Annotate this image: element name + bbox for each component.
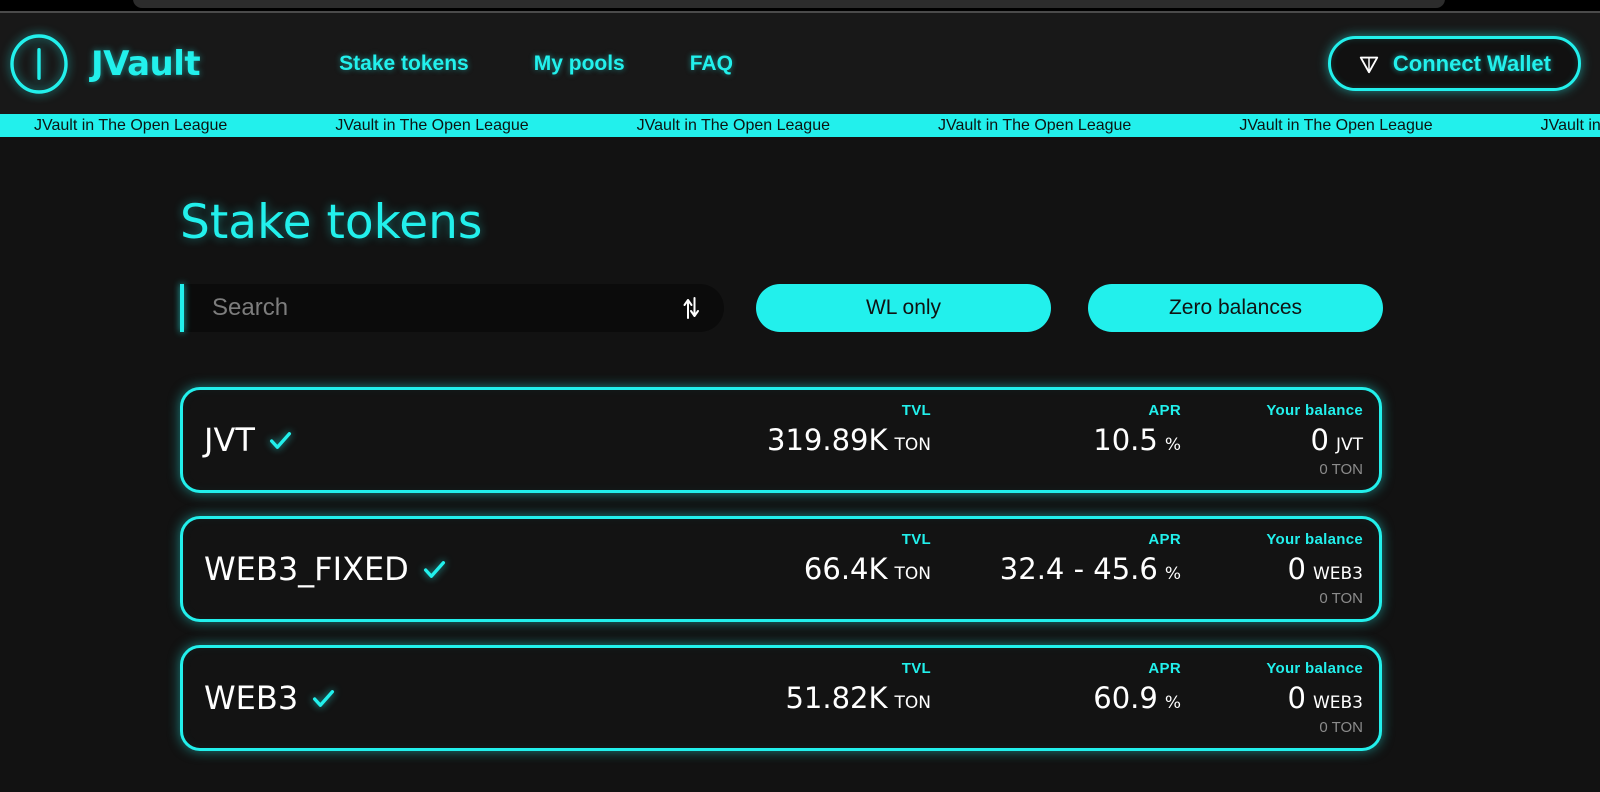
check-icon <box>269 431 291 449</box>
metric-balance: Your balance 0 JVT 0 TON <box>1181 402 1363 478</box>
metric-tvl-unit: TON <box>894 564 931 584</box>
metric-apr-label: APR <box>1148 402 1181 419</box>
metric-balance-unit: WEB3 <box>1312 693 1363 713</box>
metric-apr: APR 60.9% <box>931 660 1181 715</box>
metric-balance-label: Your balance <box>1266 660 1363 677</box>
main-content: Stake tokens WL only Zero balances JVT TV… <box>0 137 1600 792</box>
metric-balance-value-line: 0 JVT <box>1311 423 1363 457</box>
page-title: Stake tokens <box>180 195 483 250</box>
search-field[interactable] <box>180 284 724 332</box>
metric-apr-value: 32.4 - 45.6 <box>999 552 1158 586</box>
metric-balance-value-line: 0 WEB3 <box>1288 681 1363 715</box>
nav-item-stake-tokens[interactable]: Stake tokens <box>339 52 469 76</box>
pool-identity: JVT <box>204 421 293 459</box>
connect-wallet-label: Connect Wallet <box>1392 50 1551 76</box>
metric-balance-value: 0 <box>1287 552 1306 586</box>
metric-tvl: TVL 51.82K TON <box>631 660 931 715</box>
announcement-ticker: JVault in The Open League JVault in The O… <box>0 114 1600 137</box>
metric-tvl-label: TVL <box>901 660 931 677</box>
pool-card[interactable]: WEB3 TVL 51.82K TON APR 60.9% Your balance 0 WEB… <box>180 645 1382 751</box>
brand-name: JVault <box>91 43 201 84</box>
metric-apr: APR 10.5% <box>931 402 1181 457</box>
metric-apr-value-line: 60.9% <box>1093 681 1181 715</box>
search-caret <box>180 284 184 332</box>
metric-balance: Your balance 0 WEB3 0 TON <box>1181 531 1363 607</box>
brand-logo[interactable]: JVault <box>8 33 201 95</box>
ticker-track: JVault in The Open League JVault in The O… <box>0 117 1600 135</box>
pool-identity: WEB3_FIXED <box>204 550 447 588</box>
jvault-circle-logo-icon <box>10 33 68 94</box>
metric-balance-sub: 0 TON <box>1319 590 1363 607</box>
metric-tvl-value: 319.89K <box>767 423 888 457</box>
pool-card[interactable]: WEB3_FIXED TVL 66.4K TON APR 32.4 - 45.6% Your… <box>180 516 1382 622</box>
metric-apr-unit: % <box>1164 693 1181 713</box>
metric-tvl: TVL 319.89K TON <box>631 402 931 457</box>
metric-tvl-value: 51.82K <box>785 681 888 715</box>
site-header: JVault Stake tokens My pools FAQ Connect… <box>0 13 1600 114</box>
pool-name: WEB3 <box>204 679 299 717</box>
metric-tvl-value-line: 51.82K TON <box>785 681 931 715</box>
ton-diamond-icon <box>1359 56 1379 73</box>
ticker-item: JVault in The Open League <box>335 116 529 134</box>
ticker-item: JVault in The Open League <box>636 116 830 134</box>
metric-balance-sub: 0 TON <box>1319 461 1363 478</box>
ticker-item: JVault in The Open League <box>1239 116 1433 134</box>
metric-balance-label: Your balance <box>1266 402 1363 419</box>
metric-balance-sub: 0 TON <box>1319 719 1363 736</box>
metric-tvl-value: 66.4K <box>803 552 888 586</box>
metric-apr-unit: % <box>1164 435 1181 455</box>
metric-balance: Your balance 0 WEB3 0 TON <box>1181 660 1363 736</box>
metric-tvl: TVL 66.4K TON <box>631 531 931 586</box>
metric-tvl-value-line: 319.89K TON <box>767 423 931 457</box>
metric-tvl-label: TVL <box>901 531 931 548</box>
metric-apr-label: APR <box>1148 660 1181 677</box>
metric-apr-value-line: 32.4 - 45.6% <box>1000 552 1181 586</box>
metric-tvl-unit: TON <box>894 435 931 455</box>
pool-name: WEB3_FIXED <box>204 550 409 588</box>
metric-balance-value: 0 <box>1310 423 1329 457</box>
ticker-item: JVault in The Open League <box>937 116 1132 134</box>
metric-apr-label: APR <box>1148 531 1181 548</box>
pool-metrics: TVL 66.4K TON APR 32.4 - 45.6% Your balance 0 W… <box>631 531 1379 607</box>
pool-list: JVT TVL 319.89K TON APR 10.5% Your balance 0 JVT… <box>180 387 1382 774</box>
pool-name: JVT <box>204 421 255 459</box>
browser-tab[interactable] <box>133 0 1445 8</box>
metric-apr-value: 10.5 <box>1093 423 1158 457</box>
connect-wallet-button[interactable]: Connect Wallet <box>1327 36 1581 91</box>
metric-tvl-unit: TON <box>894 693 931 713</box>
pool-card[interactable]: JVT TVL 319.89K TON APR 10.5% Your balance 0 JVT… <box>180 387 1382 493</box>
check-icon <box>313 689 335 707</box>
metric-balance-unit: JVT <box>1335 435 1363 455</box>
metric-balance-value-line: 0 WEB3 <box>1288 552 1363 586</box>
nav-item-faq[interactable]: FAQ <box>690 52 733 76</box>
filter-wl-only-button[interactable]: WL only <box>756 284 1051 332</box>
metric-balance-value: 0 <box>1287 681 1306 715</box>
browser-chrome-strip <box>0 0 1600 11</box>
pool-metrics: TVL 51.82K TON APR 60.9% Your balance 0 WEB3 0 T… <box>631 660 1379 736</box>
metric-apr-value-line: 10.5% <box>1093 423 1181 457</box>
ticker-item: JVault in The Open League <box>1540 116 1600 134</box>
sort-up-down-icon[interactable] <box>682 297 700 319</box>
ticker-item: JVault in The Open League <box>34 116 228 134</box>
pool-identity: WEB3 <box>204 679 336 717</box>
filter-zero-balances-button[interactable]: Zero balances <box>1088 284 1383 332</box>
metric-tvl-label: TVL <box>901 402 931 419</box>
metric-tvl-value-line: 66.4K TON <box>804 552 931 586</box>
metric-balance-unit: WEB3 <box>1312 564 1363 584</box>
nav-item-my-pools[interactable]: My pools <box>534 52 625 76</box>
primary-nav: Stake tokens My pools FAQ <box>339 52 733 76</box>
search-input[interactable] <box>180 284 724 332</box>
metric-apr: APR 32.4 - 45.6% <box>931 531 1181 586</box>
metric-apr-unit: % <box>1164 564 1181 584</box>
metric-apr-value: 60.9 <box>1093 681 1158 715</box>
pool-metrics: TVL 319.89K TON APR 10.5% Your balance 0 JVT 0 T… <box>631 402 1379 478</box>
metric-balance-label: Your balance <box>1266 531 1363 548</box>
controls-row: WL only Zero balances <box>180 284 1383 332</box>
check-icon <box>423 560 445 578</box>
